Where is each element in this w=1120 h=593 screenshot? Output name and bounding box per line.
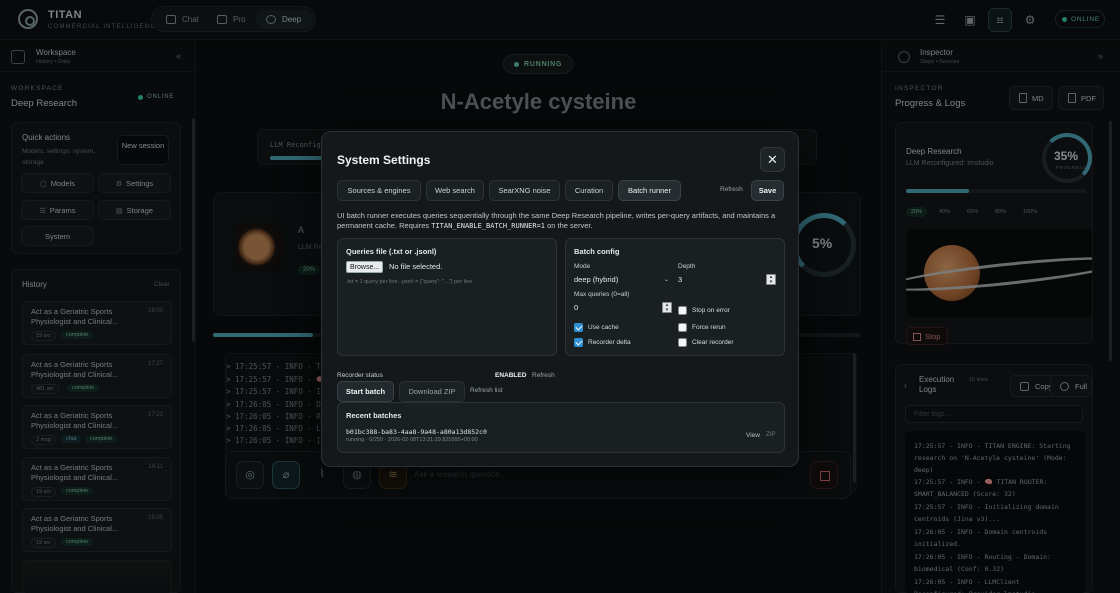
tab-web-search[interactable]: Web search [426,180,484,201]
clear-recorder-label: Clear recorder [692,339,734,346]
stop-on-error-checkbox[interactable] [678,306,687,315]
batch-id: b01bc388-ba83-4aa8-9a48-a80a13d852c0 [346,428,487,436]
max-queries-input[interactable]: 0 [574,303,578,312]
refresh-link[interactable]: Refresh [720,186,743,193]
force-rerun-checkbox[interactable] [678,323,687,332]
batch-meta: running · 0/250 · 2026-02-08T13:31:29.82… [346,437,478,443]
depth-stepper[interactable]: ▴ ▾ [766,274,776,285]
recorder-status-value: ENABLED [495,372,527,379]
close-icon[interactable]: ✕ [760,147,785,172]
start-batch-button[interactable]: Start batch [337,381,394,402]
depth-input[interactable]: 3 [678,275,682,284]
tab-curation[interactable]: Curation [565,180,613,201]
use-cache-checkbox[interactable] [574,323,583,332]
tab-searxng-noise[interactable]: SearXNG noise [489,180,560,201]
no-file-label: No file selected. [389,262,443,271]
refresh-list-link[interactable]: Refresh list [470,387,503,394]
max-queries-label: Max queries (0=all) [574,291,630,298]
force-rerun-label: Force rerun [692,324,726,331]
max-queries-stepper[interactable]: ▴ ▾ [662,302,672,313]
recorder-delta-checkbox[interactable] [574,338,583,347]
recent-batches-box: Recent batches b01bc388-ba83-4aa8-9a48-a… [337,402,785,453]
chevron-down-icon: ⌄ [664,277,670,283]
app-root: TITAN COMMERCIAL INTELLIGENCE Chat Pro D… [0,0,1120,593]
batch-config-box: Batch config Mode deep (hybrid) ⌄ Depth … [565,238,785,356]
stop-on-error-label: Stop on error [692,307,730,314]
tab-sources-engines[interactable]: Sources & engines [337,180,421,201]
modal-title: System Settings [337,153,431,167]
queries-file-title: Queries file (.txt or .jsonl) [346,247,437,256]
queries-file-box: Queries file (.txt or .jsonl) Browse... … [337,238,557,356]
recorder-refresh-link[interactable]: Refresh [532,372,555,379]
queries-file-hint: .txt = 1 query per line. .jsonl = {"quer… [346,279,474,285]
mode-select[interactable]: deep (hybrid) [574,275,618,284]
download-zip-button[interactable]: Download ZIP [399,381,465,402]
system-settings-modal: System Settings ✕ Sources & engines Web … [321,131,799,467]
recent-batches-title: Recent batches [346,411,402,420]
depth-label: Depth [678,263,696,270]
recorder-delta-label: Recorder delta [588,339,631,346]
browse-button[interactable]: Browse... [346,261,384,273]
batch-view-link[interactable]: View [746,432,760,439]
tab-batch-runner[interactable]: Batch runner [618,180,681,201]
mode-label: Mode [574,263,591,270]
use-cache-label: Use cache [588,324,619,331]
batch-runner-description: UI batch runner executes queries sequent… [337,211,776,230]
clear-recorder-checkbox[interactable] [678,338,687,347]
recorder-status-label: Recorder status [337,372,383,379]
save-button[interactable]: Save [751,180,784,201]
batch-zip-link[interactable]: ZIP [766,432,775,438]
batch-config-title: Batch config [574,247,620,256]
